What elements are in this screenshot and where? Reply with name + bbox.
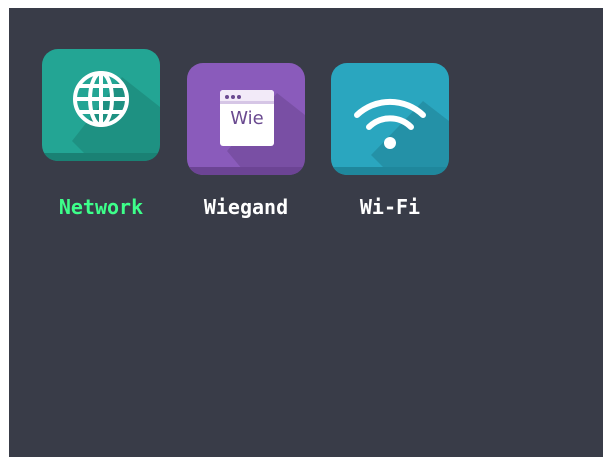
globe-icon xyxy=(72,71,160,161)
wiegand-icon-text: Wie xyxy=(230,108,264,129)
wifi-icon xyxy=(354,98,449,175)
wiegand-label[interactable]: Wiegand xyxy=(167,195,325,219)
network-label[interactable]: Network xyxy=(22,195,180,219)
wifi-label[interactable]: Wi-Fi xyxy=(311,195,469,219)
wiegand-tile[interactable]: Wie xyxy=(187,63,305,175)
network-tile[interactable] xyxy=(42,49,160,161)
wifi-tile[interactable] xyxy=(331,63,449,175)
settings-screen: Network Wie Wiegand Wi-Fi xyxy=(9,8,603,457)
